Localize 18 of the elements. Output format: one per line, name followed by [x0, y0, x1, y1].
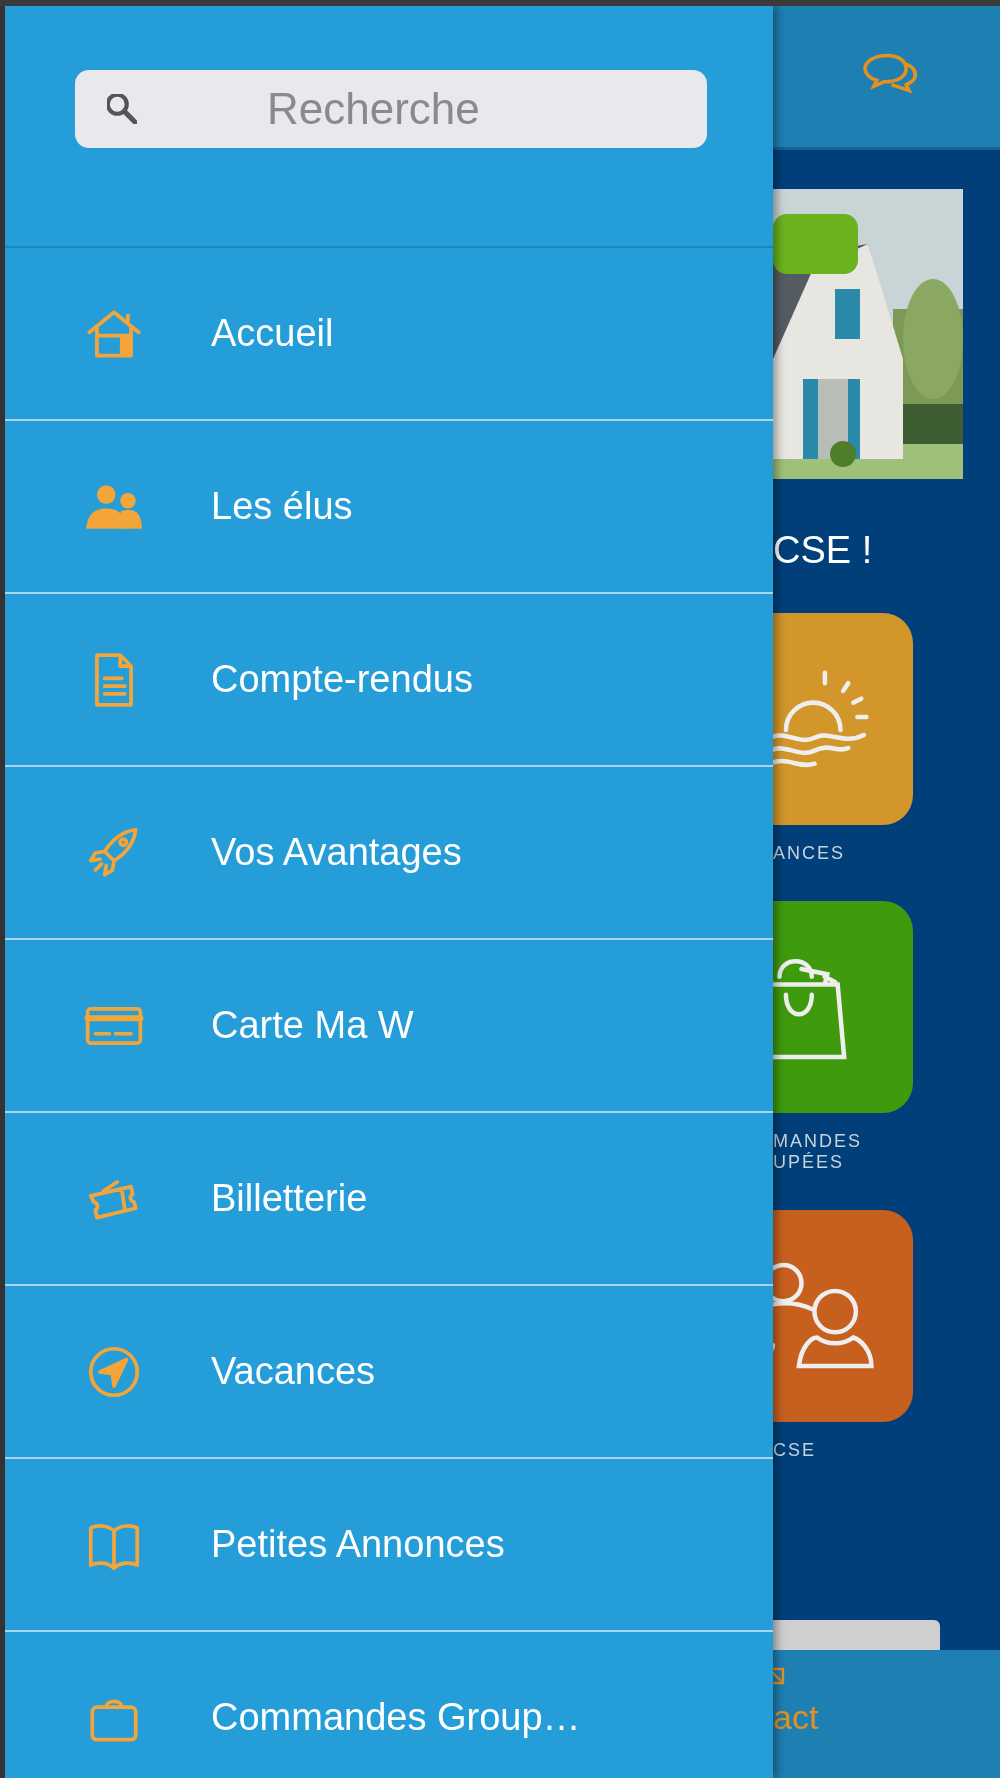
category-tile[interactable] [773, 1209, 913, 1422]
menu-item[interactable]: Vacances [5, 1286, 773, 1459]
menu-item[interactable]: Vos Avantages [5, 767, 773, 940]
tile-label: CSE [773, 1439, 817, 1462]
category-tile[interactable] [773, 613, 913, 825]
search-icon [107, 94, 137, 124]
menu-item[interactable]: Petites Annonces [5, 1459, 773, 1632]
menu-item[interactable]: Billetterie [5, 1113, 773, 1286]
category-tile[interactable] [773, 900, 913, 1113]
contact-tab[interactable]: act [773, 1650, 843, 1737]
sunset-icon [773, 669, 869, 769]
people-icon [773, 1262, 874, 1370]
search-field[interactable]: Recherche [75, 70, 707, 148]
menu-item[interactable]: Les élus [5, 421, 773, 594]
tile-label: ANCES [773, 843, 846, 865]
menu-item[interactable]: Compte-rendus [5, 594, 773, 767]
tile-label: MANDES UPÉES [773, 1130, 863, 1174]
headline: CSE ! [773, 529, 874, 573]
